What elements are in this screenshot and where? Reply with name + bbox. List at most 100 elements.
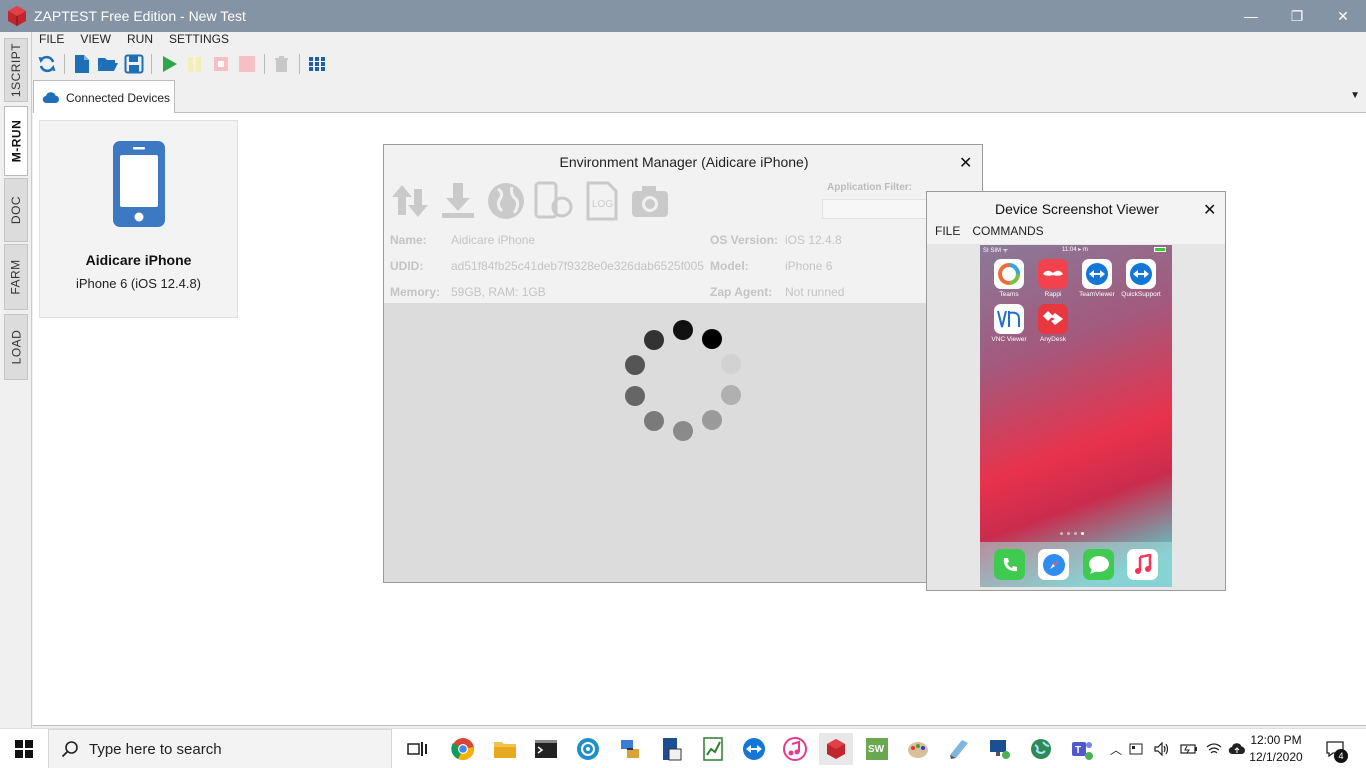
- chart-app-icon[interactable]: [696, 733, 730, 765]
- windows-start-icon[interactable]: [0, 729, 48, 768]
- toolbar: [36, 52, 328, 76]
- phone-dock: [980, 542, 1172, 587]
- delete-icon[interactable]: [271, 53, 293, 75]
- safari-icon[interactable]: [1038, 549, 1069, 580]
- tab-farm[interactable]: FARM: [4, 244, 28, 310]
- install-icon[interactable]: [438, 181, 478, 221]
- application-filter-label: Application Filter:: [827, 182, 912, 193]
- tab-connected-devices[interactable]: Connected Devices: [33, 80, 175, 114]
- sync-icon[interactable]: [390, 181, 430, 221]
- toolbar-separator: [151, 54, 152, 74]
- save-icon[interactable]: [123, 53, 145, 75]
- page-indicator: [1060, 532, 1084, 535]
- globe-icon[interactable]: [486, 181, 526, 221]
- viewer-menu: FILE COMMANDS: [935, 224, 1044, 238]
- open-folder-icon[interactable]: [97, 53, 119, 75]
- environment-manager-dialog: Environment Manager (Aidicare iPhone) ✕ …: [383, 144, 983, 583]
- app-anydesk[interactable]: AnyDesk: [1033, 304, 1073, 343]
- teams-taskbar-icon[interactable]: T: [1065, 733, 1099, 765]
- menu-file[interactable]: FILE: [39, 32, 64, 50]
- search-input[interactable]: [89, 740, 369, 758]
- minimize-button[interactable]: —: [1228, 0, 1274, 32]
- chrome-icon[interactable]: [446, 733, 480, 765]
- itunes-icon[interactable]: [778, 733, 812, 765]
- app-teams[interactable]: Teams: [989, 259, 1029, 298]
- udid-value: ad51f84fb25c41deb7f9328e0e326dab6525f005: [451, 259, 704, 273]
- os-version-label: OS Version:: [710, 233, 779, 247]
- toolbar-separator: [64, 54, 65, 74]
- side-tab-bar: 1SCRIPT M-RUN DOC FARM LOAD: [0, 32, 32, 728]
- restore-button[interactable]: ❐: [1274, 0, 1320, 32]
- phone-status-bar: SI SIM ᯤ 11:04 ▸ m: [980, 245, 1172, 255]
- app-rappi[interactable]: Rappi: [1033, 259, 1073, 298]
- device-card[interactable]: Aidicare iPhone iPhone 6 (iOS 12.4.8): [39, 120, 238, 318]
- env-close-icon[interactable]: ✕: [959, 153, 972, 173]
- messages-icon[interactable]: [1083, 549, 1114, 580]
- wifi-icon[interactable]: [1204, 729, 1224, 768]
- volume-icon[interactable]: [1152, 729, 1172, 768]
- stop-icon[interactable]: [210, 53, 232, 75]
- tab-1script[interactable]: 1SCRIPT: [4, 38, 28, 102]
- sql-tool-icon[interactable]: [655, 733, 689, 765]
- app-vnc-viewer[interactable]: VNC Viewer: [989, 304, 1029, 343]
- menu-view[interactable]: VIEW: [80, 32, 111, 50]
- viewer-menu-file[interactable]: FILE: [935, 224, 960, 238]
- grid-icon[interactable]: [306, 53, 328, 75]
- notepad-app-icon[interactable]: [942, 733, 976, 765]
- toolbar-separator: [264, 54, 265, 74]
- sw-app-icon[interactable]: SW: [860, 733, 894, 765]
- gear-app-icon[interactable]: [571, 733, 605, 765]
- app-teamviewer[interactable]: TeamViewer: [1077, 259, 1117, 298]
- pause-icon[interactable]: [184, 53, 206, 75]
- file-explorer-icon[interactable]: [488, 733, 522, 765]
- taskbar-clock[interactable]: 12:00 PM 12/1/2020: [1244, 732, 1308, 766]
- paint-palette-icon[interactable]: [901, 733, 935, 765]
- model-value: iPhone 6: [785, 259, 833, 273]
- app-quicksupport[interactable]: QuickSupport: [1121, 259, 1161, 298]
- menu-run[interactable]: RUN: [127, 32, 153, 50]
- document-tab-strip: Connected Devices ▼: [33, 78, 1366, 114]
- zap-agent-value: Not runned: [785, 285, 845, 299]
- devices-icon[interactable]: [534, 181, 574, 221]
- music-icon[interactable]: [1127, 549, 1158, 580]
- notification-count-badge: 4: [1334, 749, 1348, 763]
- device-screenshot[interactable]: SI SIM ᯤ 11:04 ▸ m Teams Rappi TeamViewe…: [980, 245, 1172, 587]
- name-label: Name:: [390, 233, 427, 247]
- play-icon[interactable]: [158, 53, 180, 75]
- tab-dropdown-icon[interactable]: ▼: [1350, 90, 1360, 101]
- phone-icon[interactable]: [994, 549, 1025, 580]
- camera-icon[interactable]: [630, 181, 670, 221]
- zaptest-taskbar-icon[interactable]: [819, 733, 853, 765]
- taskbar-search-box[interactable]: [48, 729, 392, 768]
- network-app-icon[interactable]: [613, 733, 647, 765]
- show-hidden-icons-icon[interactable]: ︿: [1106, 729, 1126, 768]
- globe-app-icon[interactable]: [1024, 733, 1058, 765]
- viewer-menu-commands[interactable]: COMMANDS: [972, 224, 1043, 238]
- tab-m-run[interactable]: M-RUN: [4, 106, 28, 176]
- refresh-icon[interactable]: [36, 53, 58, 75]
- battery-tray-icon[interactable]: [1178, 729, 1200, 768]
- record-icon[interactable]: [236, 53, 258, 75]
- application-filter-input[interactable]: [822, 199, 932, 219]
- battery-icon: [1154, 247, 1166, 252]
- svg-text:SW: SW: [868, 744, 885, 755]
- tab-doc[interactable]: DOC: [4, 178, 28, 242]
- log-icon[interactable]: LOG: [582, 181, 622, 221]
- vnc-viewer-app-icon: [994, 304, 1024, 334]
- search-icon: [61, 741, 78, 758]
- loading-spinner-icon: [625, 320, 741, 441]
- terminal-icon[interactable]: [529, 733, 563, 765]
- remote-desktop-icon[interactable]: [983, 733, 1017, 765]
- menu-settings[interactable]: SETTINGS: [169, 32, 229, 50]
- teamviewer-taskbar-icon[interactable]: [737, 733, 771, 765]
- clock-time: 12:00 PM: [1250, 733, 1302, 747]
- new-file-icon[interactable]: [71, 53, 93, 75]
- udid-label: UDID:: [390, 259, 424, 273]
- model-label: Model:: [710, 259, 749, 273]
- task-view-icon[interactable]: [400, 733, 434, 765]
- tab-load[interactable]: LOAD: [4, 314, 28, 380]
- quicksupport-app-icon: [1126, 259, 1156, 289]
- mouse-keys-icon[interactable]: [1126, 729, 1146, 768]
- close-button[interactable]: ✕: [1320, 0, 1366, 32]
- viewer-close-icon[interactable]: ✕: [1203, 200, 1216, 220]
